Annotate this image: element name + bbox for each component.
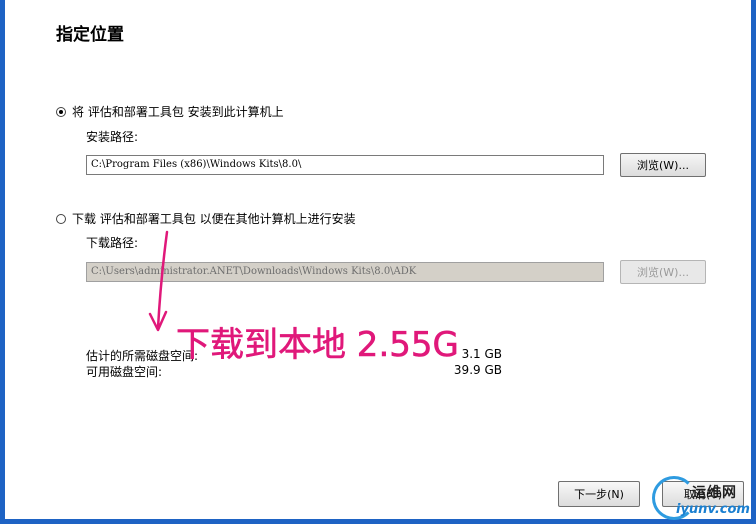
install-browse-button[interactable]: 浏览(W)...: [620, 153, 706, 177]
download-radio-label: 下载 评估和部署工具包 以便在其他计算机上进行安装: [72, 212, 356, 226]
required-space-label: 估计的所需磁盘空间:: [86, 349, 199, 363]
install-option[interactable]: 将 评估和部署工具包 安装到此计算机上: [56, 103, 284, 120]
install-path-input[interactable]: C:\Program Files (x86)\Windows Kits\8.0\: [86, 155, 604, 175]
watermark-top-text: 运维网: [692, 485, 737, 501]
available-space-label: 可用磁盘空间:: [86, 365, 163, 379]
download-radio[interactable]: [56, 213, 66, 224]
watermark-bottom-text: iyunv.com: [676, 502, 750, 517]
required-space-value: 3.1 GB: [461, 347, 502, 361]
watermark-logo: 运维网 iyunv.com: [652, 476, 756, 524]
annotation-arrow-head: [148, 310, 168, 332]
install-radio-label: 将 评估和部署工具包 安装到此计算机上: [72, 105, 284, 119]
window-frame-bottom: [0, 519, 756, 524]
install-radio[interactable]: [56, 106, 66, 117]
annotation-text: 下载到本地 2.55G: [176, 325, 459, 365]
download-path-input: C:\Users\administrator.ANET\Downloads\Wi…: [86, 262, 604, 282]
download-path-label: 下载路径:: [86, 236, 139, 250]
available-space-value: 39.9 GB: [453, 363, 502, 377]
download-option[interactable]: 下载 评估和部署工具包 以便在其他计算机上进行安装: [56, 210, 356, 227]
next-button[interactable]: 下一步(N): [558, 481, 640, 507]
install-path-label: 安装路径:: [86, 130, 139, 144]
window-frame-right: [751, 0, 756, 524]
download-browse-button: 浏览(W)...: [620, 260, 706, 284]
page-title: 指定位置: [56, 25, 124, 45]
window-frame-left: [0, 0, 5, 524]
